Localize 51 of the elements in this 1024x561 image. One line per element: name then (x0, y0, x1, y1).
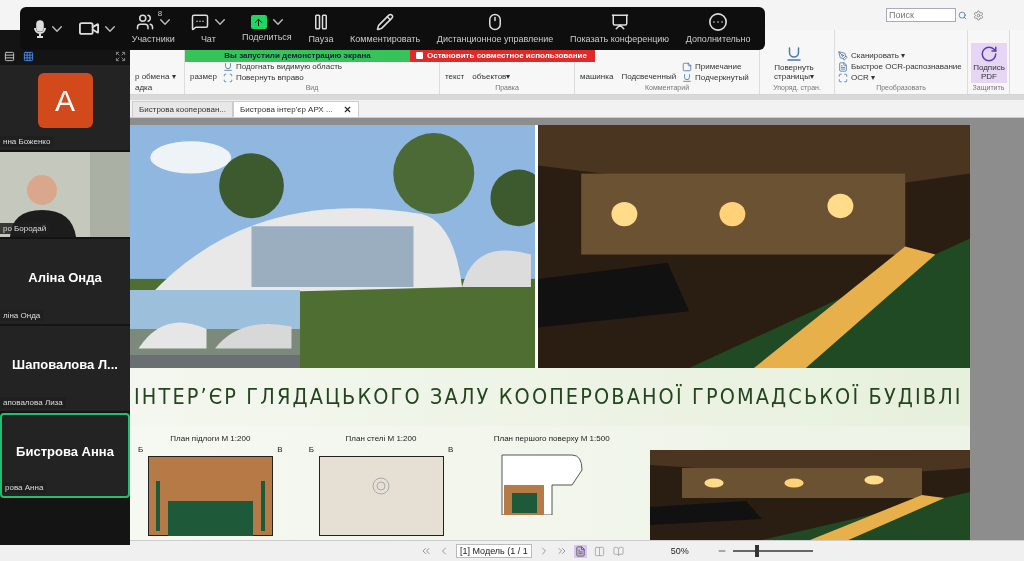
toolbar-label[interactable]: Показать конференцию (569, 34, 670, 44)
axis-label: Б (308, 445, 314, 454)
ribbon-button[interactable]: адка (135, 83, 176, 93)
name-tag: аповалова Лиза (0, 397, 66, 408)
plan-caption: План стелі М 1:200 (345, 434, 417, 443)
participant-tile[interactable]: A нна Боженко (0, 65, 130, 150)
axis-label: В (448, 445, 454, 454)
plan-caption: План підлоги М 1:200 (170, 434, 251, 443)
ribbon-button[interactable]: Повернуть вправо (222, 73, 342, 83)
document-tab[interactable]: Бистрова кооперован... (132, 101, 233, 117)
name-tag: нна Боженко (0, 136, 54, 147)
axis-label: Б (138, 445, 144, 454)
ribbon-button[interactable]: Повернуть страницы▾ (763, 43, 825, 83)
toolbar-label[interactable]: Дистанционное управление (436, 34, 554, 44)
axis-label: В (277, 445, 283, 454)
toolbar-label[interactable]: Дополнительно (685, 34, 751, 44)
ribbon-button[interactable]: объектов▾ (470, 70, 513, 83)
participant-name: Шаповалова Л... (12, 357, 118, 372)
page-selector[interactable]: [1] Модель (1 / 1 (456, 544, 532, 558)
ribbon-button[interactable]: Подпись PDF (971, 43, 1007, 83)
ribbon-button[interactable]: размер (188, 70, 219, 83)
ribbon-button[interactable]: Подогнать видимую область (222, 62, 342, 72)
ribbon-button[interactable]: Подчеркнутый (682, 73, 749, 83)
toolbar-label[interactable]: Комментировать (350, 34, 421, 44)
ribbon-button[interactable]: Примечание (682, 62, 749, 72)
participant-name: Бистрова Анна (16, 444, 114, 459)
participant-count: 8 (157, 9, 163, 18)
participant-tile[interactable]: ро Бородай (0, 152, 130, 237)
toolbar-label[interactable]: Поделиться (242, 32, 292, 42)
plan-caption: План першого поверху М 1:500 (493, 434, 610, 443)
participant-tile[interactable]: Бистрова Анна рова Анна (0, 413, 130, 498)
ribbon-button[interactable]: р обмена ▾ (135, 72, 176, 82)
document-tab[interactable]: Бистрова інтер'єр АРХ ... (233, 101, 359, 117)
poster-title: ІНТЕР’ЄР ГЛЯДАЦЬКОГО ЗАЛУ КООПЕРОВАНОЇ ГРОМАДСЬКОЇ БУДІВЛІ (134, 385, 963, 409)
ribbon-button[interactable]: Быстрое OCR-распознавание (838, 62, 962, 72)
participant-tile[interactable]: Аліна Онда ліна Онда (0, 239, 130, 324)
zoom-level[interactable]: 50% (670, 546, 711, 556)
ribbon-button[interactable]: текст (443, 70, 467, 83)
avatar: A (37, 73, 93, 128)
toolbar-label[interactable]: Пауза (308, 34, 334, 44)
ribbon-button[interactable]: машинка (578, 70, 616, 83)
ribbon-button[interactable]: Подсвеченный (619, 70, 679, 83)
toolbar-label[interactable]: Чат (200, 34, 216, 44)
search-field[interactable]: Поиск (886, 8, 956, 22)
participant-name: Аліна Онда (28, 270, 102, 285)
name-tag: рова Анна (2, 482, 47, 493)
ribbon-button[interactable]: Сканировать ▾ (838, 51, 962, 61)
ribbon-button[interactable]: OCR ▾ (838, 73, 962, 83)
toolbar-label[interactable]: Участники (131, 34, 175, 44)
participant-tile[interactable]: Шаповалова Л... аповалова Лиза (0, 326, 130, 411)
name-tag: ліна Онда (0, 310, 44, 321)
